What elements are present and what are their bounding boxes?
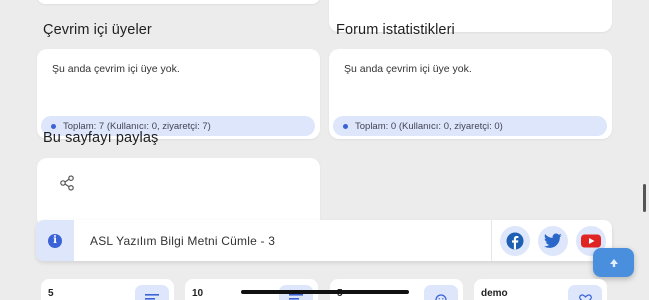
- forum-stats-empty-text: Şu anda çevrim içi üye yok.: [344, 63, 472, 75]
- mini-card-number: 5: [48, 288, 54, 299]
- facebook-button[interactable]: [500, 225, 530, 256]
- info-icon: i: [48, 233, 62, 248]
- info-block: i: [36, 220, 74, 261]
- mini-card-number: demo: [481, 288, 508, 299]
- mini-card-1[interactable]: 5: [41, 279, 174, 300]
- share-card: [37, 158, 320, 228]
- twitter-button[interactable]: [538, 225, 568, 256]
- social-divider: [491, 220, 492, 261]
- scrollbar-thumb[interactable]: [643, 184, 646, 212]
- online-members-title: Çevrim içi üyeler: [43, 22, 152, 38]
- heart-icon: [568, 285, 602, 300]
- facebook-icon: [506, 232, 524, 249]
- top-card-left-remnant: [37, 0, 320, 4]
- share-bar-text: ASL Yazılım Bilgi Metni Cümle - 3: [90, 233, 276, 248]
- forum-stats-stat-text: Toplam: 0 (Kullanıcı: 0, ziyaretçi: 0): [355, 120, 503, 132]
- stat-dot-icon: [51, 123, 56, 129]
- forum-stats-card: Şu anda çevrim içi üye yok. Toplam: 0 (K…: [329, 49, 612, 139]
- share-icon[interactable]: [59, 175, 75, 191]
- online-members-empty-text: Şu anda çevrim içi üye yok.: [52, 63, 180, 75]
- twitter-icon: [544, 233, 562, 248]
- youtube-icon: [581, 234, 601, 247]
- share-bar: i ASL Yazılım Bilgi Metni Cümle - 3: [36, 220, 612, 261]
- smile-icon: [424, 285, 458, 300]
- online-members-card: Şu anda çevrim içi üye yok. Toplam: 7 (K…: [37, 49, 320, 139]
- scroll-top-button[interactable]: [593, 248, 634, 277]
- share-title: Bu sayfayı paylaş: [43, 130, 159, 146]
- stat-dot-icon: [343, 123, 348, 129]
- mini-card-number: 10: [192, 288, 204, 299]
- arrow-up-icon: [609, 258, 618, 267]
- forum-stats-title: Forum istatistikleri: [336, 22, 455, 38]
- mini-card-4[interactable]: demo: [474, 279, 607, 300]
- home-indicator: [241, 290, 409, 294]
- list-icon: [135, 285, 169, 300]
- forum-stats-stat-pill: Toplam: 0 (Kullanıcı: 0, ziyaretçi: 0): [333, 116, 607, 136]
